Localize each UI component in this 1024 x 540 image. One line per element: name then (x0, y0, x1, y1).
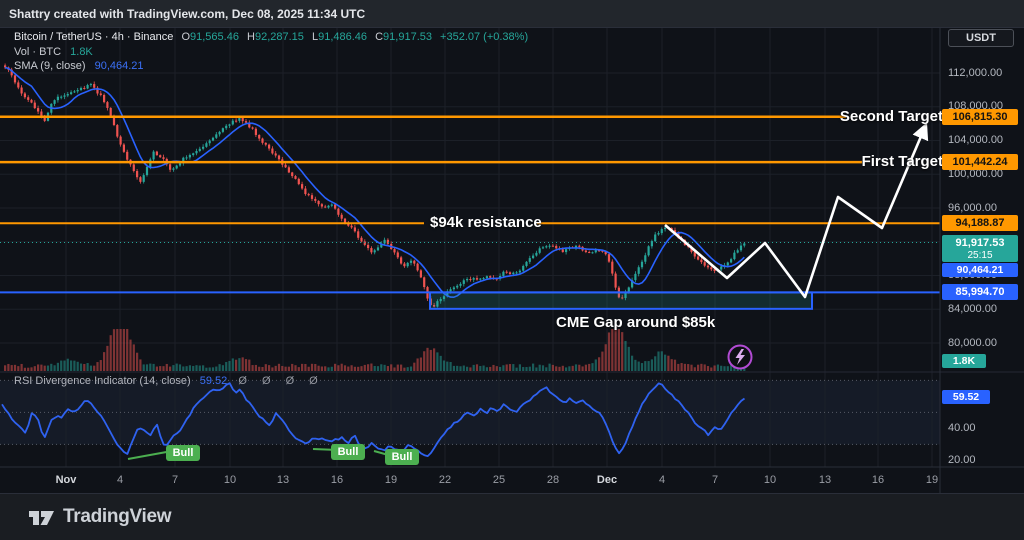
price-tick-label[interactable]: 96,000.00 (948, 202, 997, 214)
symbol-title[interactable]: Bitcoin / TetherUS · 4h · Binance (14, 31, 173, 43)
open-value: 91,565.46 (190, 31, 239, 43)
legend-volume-row: Vol · BTC 1.8K (14, 45, 528, 60)
rsi-legend-value: 59.52 (200, 375, 228, 387)
axis-chip--94k-resistance: 94,188.87 (942, 215, 1018, 231)
low-value: 91,486.46 (318, 31, 367, 43)
time-tick-label[interactable]: 16 (331, 474, 343, 486)
rsi-tick-label[interactable]: 20.00 (948, 454, 976, 466)
resistance-annotation[interactable]: $94k resistance (430, 214, 542, 231)
close-value: 91,917.53 (383, 31, 432, 43)
tradingview-logo-icon[interactable] (28, 506, 55, 528)
candlesticks (4, 64, 745, 308)
bull-divergence-badge[interactable]: Bull (166, 445, 200, 461)
attribution-bar: Shattry created with TradingView.com, De… (0, 0, 1024, 28)
close-label: C (375, 31, 383, 43)
axis-chip-first-target: 101,442.24 (942, 154, 1018, 170)
current-price-chip: 91,917.5325:15 (942, 235, 1018, 262)
bull-divergence-badge[interactable]: Bull (385, 449, 419, 465)
axis-chip-level-3: 85,994.70 (942, 284, 1018, 300)
rsi-indicator-legend: RSI Divergence Indicator (14, close) 59.… (14, 375, 324, 387)
cme-gap-annotation[interactable]: CME Gap around $85k (556, 314, 715, 331)
tradingview-chart-screenshot: Shattry created with TradingView.com, De… (0, 0, 1024, 540)
sma-value: 90,464.21 (95, 60, 144, 72)
sma-line (5, 67, 744, 297)
time-tick-label[interactable]: 4 (659, 474, 665, 486)
high-label: H (247, 31, 255, 43)
time-tick-label[interactable]: 25 (493, 474, 505, 486)
time-tick-label[interactable]: 10 (764, 474, 776, 486)
time-tick-label[interactable]: 19 (926, 474, 938, 486)
price-tick-label[interactable]: 84,000.00 (948, 303, 997, 315)
volume-value-chip: 1.8K (942, 354, 986, 368)
time-tick-label[interactable]: 10 (224, 474, 236, 486)
price-tick-label[interactable]: 80,000.00 (948, 337, 997, 349)
rsi-legend-label[interactable]: RSI Divergence Indicator (14, close) (14, 375, 191, 387)
footer-bar: TradingView (0, 494, 1024, 540)
chart-canvas[interactable] (0, 0, 1024, 540)
sma-label[interactable]: SMA (9, close) (14, 60, 86, 72)
time-tick-label[interactable]: 28 (547, 474, 559, 486)
first-target-annotation[interactable]: First Target (862, 153, 943, 170)
time-tick-label[interactable]: Dec (597, 474, 617, 486)
time-tick-label[interactable]: Nov (56, 474, 77, 486)
volume-label[interactable]: Vol · BTC (14, 46, 61, 58)
time-tick-label[interactable]: 19 (385, 474, 397, 486)
price-tick-label[interactable]: 104,000.00 (948, 134, 1003, 146)
time-tick-label[interactable]: 7 (712, 474, 718, 486)
time-tick-label[interactable]: 16 (872, 474, 884, 486)
currency-toggle-button[interactable]: USDT (948, 29, 1014, 47)
second-target-annotation[interactable]: Second Target (840, 108, 943, 125)
time-tick-label[interactable]: 7 (172, 474, 178, 486)
volume-bars (4, 329, 745, 371)
time-tick-label[interactable]: 22 (439, 474, 451, 486)
rsi-value-chip: 59.52 (942, 390, 990, 404)
rsi-band (0, 380, 940, 444)
time-tick-label[interactable]: 13 (819, 474, 831, 486)
sma-value-chip: 90,464.21 (942, 263, 1018, 277)
open-label: O (181, 31, 190, 43)
time-tick-label[interactable]: 13 (277, 474, 289, 486)
legend-symbol-row: Bitcoin / TetherUS · 4h · Binance O91,56… (14, 30, 528, 45)
cme-gap-rectangle[interactable] (430, 292, 812, 308)
volume-value: 1.8K (70, 46, 93, 58)
price-tick-label[interactable]: 112,000.00 (948, 67, 1002, 79)
change-value: +352.07 (+0.38%) (440, 31, 528, 43)
attribution-text: Shattry created with TradingView.com, De… (0, 7, 365, 21)
rsi-tick-label[interactable]: 40.00 (948, 422, 976, 434)
tradingview-brand-text[interactable]: TradingView (63, 506, 171, 528)
bull-divergence-badge[interactable]: Bull (331, 444, 365, 460)
time-tick-label[interactable]: 4 (117, 474, 123, 486)
rsi-legend-flags: Ø Ø Ø Ø (238, 375, 323, 387)
legend-sma-row: SMA (9, close) 90,464.21 (14, 59, 528, 74)
high-value: 92,287.15 (255, 31, 304, 43)
chart-legend: Bitcoin / TetherUS · 4h · Binance O91,56… (14, 30, 528, 74)
bar-countdown: 25:15 (967, 250, 992, 261)
lightning-mode-icon[interactable] (729, 346, 752, 369)
axis-chip-second-target: 106,815.30 (942, 109, 1018, 125)
